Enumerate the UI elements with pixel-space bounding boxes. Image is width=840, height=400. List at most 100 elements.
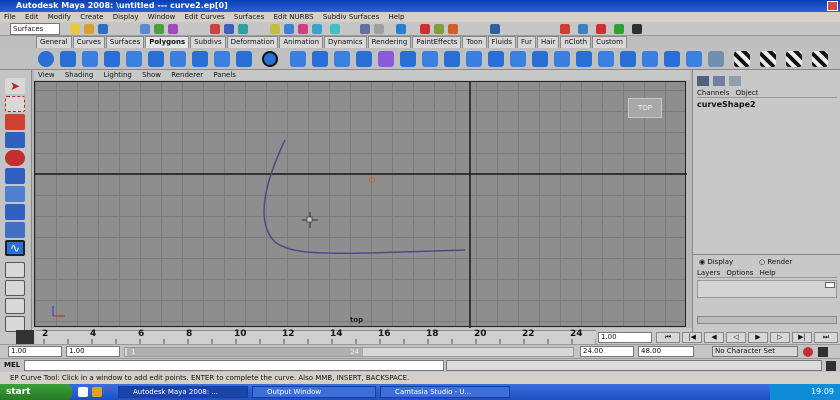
open-scene-icon[interactable] (84, 24, 94, 34)
step-back-frame-button[interactable]: ◀ (704, 332, 724, 343)
input-ops-icon[interactable] (360, 24, 370, 34)
auto-key-icon[interactable] (803, 347, 813, 357)
snap-plane-icon[interactable] (312, 24, 322, 34)
ipr-render-icon[interactable] (434, 24, 444, 34)
menu-modify[interactable]: Modify (48, 13, 71, 21)
go-to-end-button[interactable]: ⏭ (814, 332, 838, 343)
combine-icon[interactable] (290, 51, 306, 67)
extrude-icon[interactable] (400, 51, 416, 67)
shelf-tab-curves[interactable]: Curves (72, 36, 105, 48)
select-tool-icon[interactable]: ➤ (5, 78, 25, 94)
menu-window[interactable]: Window (148, 13, 176, 21)
close-window-button[interactable] (827, 1, 838, 11)
spherical-map-icon[interactable] (642, 51, 658, 67)
layers-menu[interactable]: Layers (697, 269, 720, 277)
boolean-icon[interactable] (378, 51, 394, 67)
checker-uv-icon[interactable] (786, 51, 802, 67)
panel-menu-lighting[interactable]: Lighting (104, 71, 132, 79)
range-slider[interactable]: 1 24 (124, 347, 574, 357)
panel-menu-view[interactable]: View (38, 71, 55, 79)
split-icon[interactable] (466, 51, 482, 67)
top-viewport[interactable]: top (34, 81, 687, 328)
quick-launch-explorer-icon[interactable] (92, 387, 102, 397)
menu-create[interactable]: Create (80, 13, 103, 21)
make-live-icon[interactable] (330, 24, 340, 34)
smooth-icon[interactable] (356, 51, 372, 67)
shelf-tab-deformation[interactable]: Deformation (226, 36, 279, 48)
poly-cone-icon[interactable] (104, 51, 120, 67)
new-scene-icon[interactable] (70, 24, 80, 34)
rotate-tool-icon[interactable] (5, 150, 25, 166)
viewport-canvas[interactable] (35, 82, 687, 328)
poly-cube-icon[interactable] (60, 51, 76, 67)
poly-torus-icon[interactable] (148, 51, 164, 67)
menu-help[interactable]: Help (388, 13, 404, 21)
end-time-field[interactable]: 48.00 (638, 346, 694, 357)
poly-helix-icon[interactable] (236, 51, 252, 67)
menu-set-dropdown[interactable]: Surfaces (10, 23, 60, 35)
shelf-tab-rendering[interactable]: Rendering (367, 36, 412, 48)
four-view-layout-icon[interactable] (5, 280, 25, 296)
vertex-mask-icon[interactable] (210, 24, 220, 34)
render-globals-icon[interactable] (448, 24, 458, 34)
cylindrical-map-icon[interactable] (620, 51, 636, 67)
sculpt-icon[interactable] (560, 24, 570, 34)
universal-manipulator-icon[interactable] (5, 186, 25, 202)
separate-icon[interactable] (312, 51, 328, 67)
wedge-icon[interactable] (510, 51, 526, 67)
display-layer-radio[interactable]: ◉ Display (699, 258, 733, 266)
show-manipulator-icon[interactable] (5, 222, 25, 238)
single-perspective-layout-icon[interactable] (5, 262, 25, 278)
panel-menu-shading[interactable]: Shading (65, 71, 93, 79)
snap-curve-icon[interactable] (284, 24, 294, 34)
render-current-frame-icon[interactable] (420, 24, 430, 34)
view-cube-top[interactable]: TOP (628, 98, 662, 118)
history-icon[interactable] (396, 24, 406, 34)
poly-pipe-icon[interactable] (214, 51, 230, 67)
layer-list[interactable] (697, 280, 837, 298)
mel-input[interactable] (24, 360, 444, 371)
quick-launch-icon[interactable] (78, 387, 88, 397)
bevel-icon[interactable] (532, 51, 548, 67)
bridge-icon[interactable] (422, 51, 438, 67)
taskbar-item-output-window[interactable]: Output Window (252, 386, 376, 398)
play-forwards-button[interactable]: ▶ (748, 332, 768, 343)
insert-edge-icon[interactable] (488, 51, 504, 67)
auto-map-icon[interactable] (664, 51, 680, 67)
paint-select-tool-icon[interactable] (5, 114, 25, 130)
current-time-marker[interactable] (16, 330, 34, 344)
append-icon[interactable] (444, 51, 460, 67)
current-time-field[interactable]: 1.00 (598, 332, 652, 343)
snap-grid-icon[interactable] (270, 24, 280, 34)
select-hierarchy-icon[interactable] (140, 24, 150, 34)
shelf-tab-painteffects[interactable]: PaintEffects (412, 36, 462, 48)
step-forward-key-button[interactable]: ▶| (792, 332, 812, 343)
start-time-field[interactable]: 1.00 (8, 346, 62, 357)
range-slider-handle[interactable]: 1 24 (127, 348, 363, 356)
panel-menu-panels[interactable]: Panels (213, 71, 236, 79)
checker-tile-icon[interactable] (760, 51, 776, 67)
shelf-tab-surfaces[interactable]: Surfaces (105, 36, 145, 48)
soft-mod-tool-icon[interactable] (5, 204, 25, 220)
save-scene-icon[interactable] (98, 24, 108, 34)
edit-point-marker[interactable] (369, 177, 375, 183)
selected-object-name[interactable]: curveShape2 (697, 100, 756, 109)
panel-menu-show[interactable]: Show (142, 71, 161, 79)
poly-sphere-icon[interactable] (38, 51, 54, 67)
shelf-tab-animation[interactable]: Animation (279, 36, 324, 48)
snap-point-icon[interactable] (298, 24, 308, 34)
shelf-tab-polygons[interactable]: Polygons (145, 36, 190, 48)
planar-map-icon[interactable] (598, 51, 614, 67)
shelf-tab-custom[interactable]: Custom (592, 36, 627, 48)
layer-horizontal-scrollbar[interactable] (697, 316, 837, 324)
anim-prefs-icon[interactable] (818, 347, 828, 357)
render-layer-radio[interactable]: ○ Render (759, 258, 792, 266)
script-editor-icon[interactable] (826, 361, 836, 371)
tool-settings-toggle-icon[interactable] (729, 76, 741, 86)
merge-icon[interactable] (554, 51, 570, 67)
play-backwards-button[interactable]: ◁ (726, 332, 746, 343)
attribute-editor-toggle-icon[interactable] (713, 76, 725, 86)
magnet-icon[interactable] (596, 24, 606, 34)
new-layer-icon[interactable] (825, 282, 835, 288)
shelf-tab-hair[interactable]: Hair (536, 36, 560, 48)
